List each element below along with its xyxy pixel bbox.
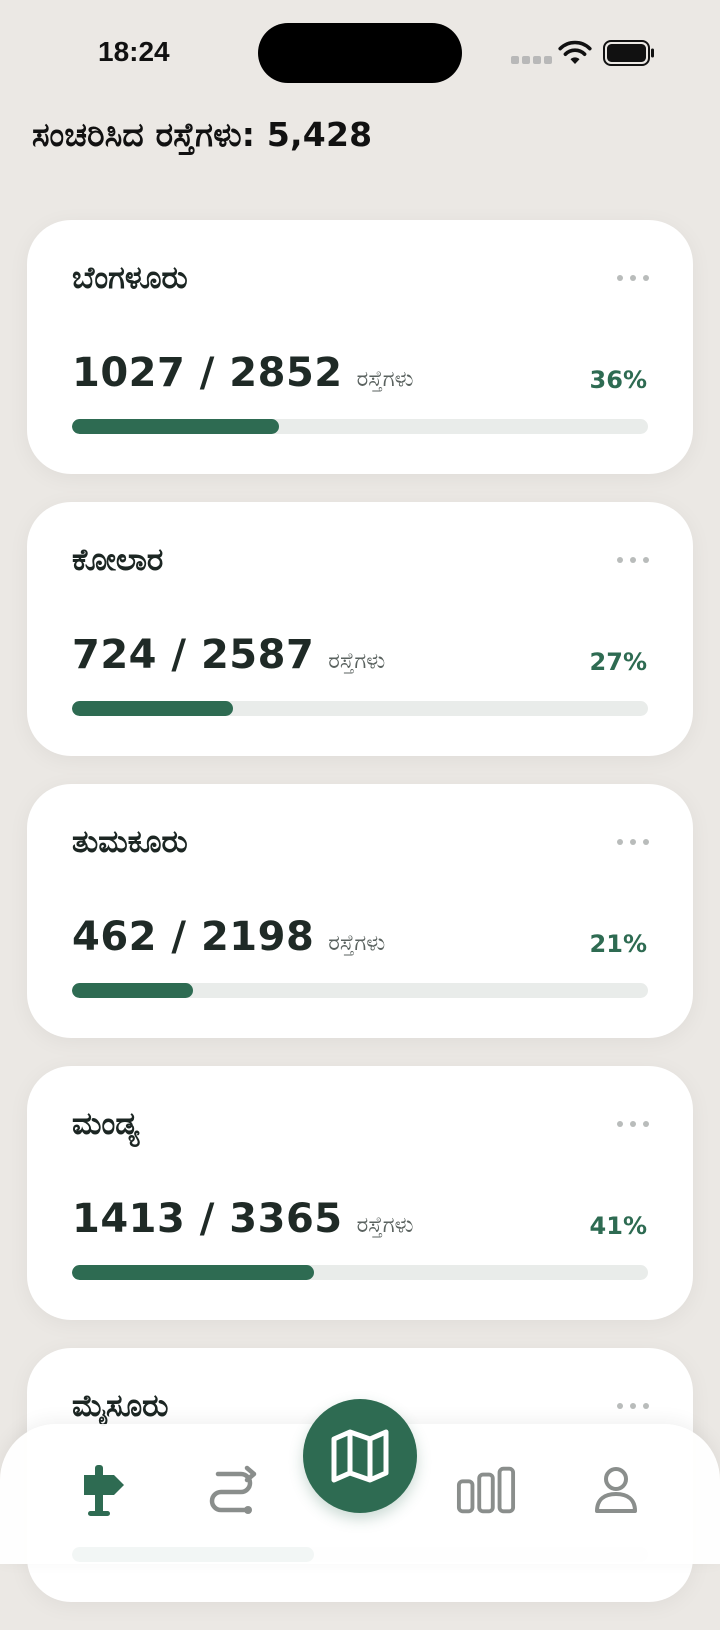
progress-bar: [72, 1265, 648, 1280]
wifi-icon: [558, 40, 592, 64]
completion-percent: 21%: [589, 930, 647, 958]
battery-icon: [603, 40, 654, 66]
district-name: ಕೋಲಾರ: [72, 542, 164, 578]
more-options-icon[interactable]: [617, 550, 649, 570]
district-card[interactable]: ಕೋಲಾರ 724 / 2587 ರಸ್ತೆಗಳು 27%: [27, 502, 693, 756]
nav-routes-button[interactable]: [201, 1460, 261, 1520]
district-card[interactable]: ತುಮಕೂರು 462 / 2198 ರಸ್ತೆಗಳು 21%: [27, 784, 693, 1038]
progress-bar: [72, 983, 648, 998]
signpost-icon: [84, 1465, 124, 1516]
dynamic-island: [258, 23, 462, 83]
roads-count: 724 / 2587 ರಸ್ತೆಗಳು: [72, 632, 385, 678]
progress-bar: [72, 701, 648, 716]
map-icon: [331, 1429, 389, 1483]
roads-count: 1027 / 2852 ರಸ್ತೆಗಳು: [72, 350, 414, 396]
status-bar: 18:24: [0, 0, 720, 100]
nav-signpost-button[interactable]: [71, 1460, 131, 1520]
district-card[interactable]: ಬೆಂಗಳೂರು 1027 / 2852 ರಸ್ತೆಗಳು 36%: [27, 220, 693, 474]
district-name: ತುಮಕೂರು: [72, 824, 188, 860]
roads-count-value: 462 / 2198: [72, 914, 315, 960]
route-icon: [209, 1465, 257, 1514]
progress-bar: [72, 419, 648, 434]
status-time: 18:24: [98, 36, 170, 67]
profile-icon: [595, 1467, 637, 1513]
progress-fill: [72, 419, 280, 434]
more-options-icon[interactable]: [617, 1396, 649, 1416]
progress-fill: [72, 701, 234, 716]
page-title: ಸಂಚರಿಸಿದ ರಸ್ತೆಗಳು: 5,428: [32, 115, 373, 154]
district-name: ಮೈಸೂರು: [72, 1388, 169, 1424]
roads-count-unit: ರಸ್ತೆಗಳು: [328, 649, 386, 674]
roads-count-unit: ರಸ್ತೆಗಳು: [356, 367, 414, 392]
progress-fill: [72, 1265, 314, 1280]
nav-profile-button[interactable]: [586, 1460, 646, 1520]
completion-percent: 41%: [589, 1212, 647, 1240]
roads-count-unit: ರಸ್ತೆಗಳು: [356, 1213, 414, 1238]
nav-map-button[interactable]: [303, 1399, 417, 1513]
roads-count: 462 / 2198 ರಸ್ತೆಗಳು: [72, 914, 385, 960]
bar-chart-icon: [456, 1466, 516, 1514]
cellular-signal-icon: [511, 56, 552, 64]
district-name: ಬೆಂಗಳೂರು: [72, 260, 188, 296]
more-options-icon[interactable]: [617, 832, 649, 852]
more-options-icon[interactable]: [617, 1114, 649, 1134]
roads-count-value: 1027 / 2852: [72, 350, 343, 396]
more-options-icon[interactable]: [617, 268, 649, 288]
district-name: ಮಂಡ್ಯ: [72, 1106, 140, 1142]
progress-fill: [72, 983, 193, 998]
completion-percent: 27%: [589, 648, 647, 676]
roads-count-value: 1413 / 3365: [72, 1196, 343, 1242]
roads-count-unit: ರಸ್ತೆಗಳು: [328, 931, 386, 956]
roads-count-value: 724 / 2587: [72, 632, 315, 678]
nav-stats-button[interactable]: [456, 1460, 516, 1520]
completion-percent: 36%: [589, 366, 647, 394]
roads-count: 1413 / 3365 ರಸ್ತೆಗಳು: [72, 1196, 414, 1242]
district-card[interactable]: ಮಂಡ್ಯ 1413 / 3365 ರಸ್ತೆಗಳು 41%: [27, 1066, 693, 1320]
